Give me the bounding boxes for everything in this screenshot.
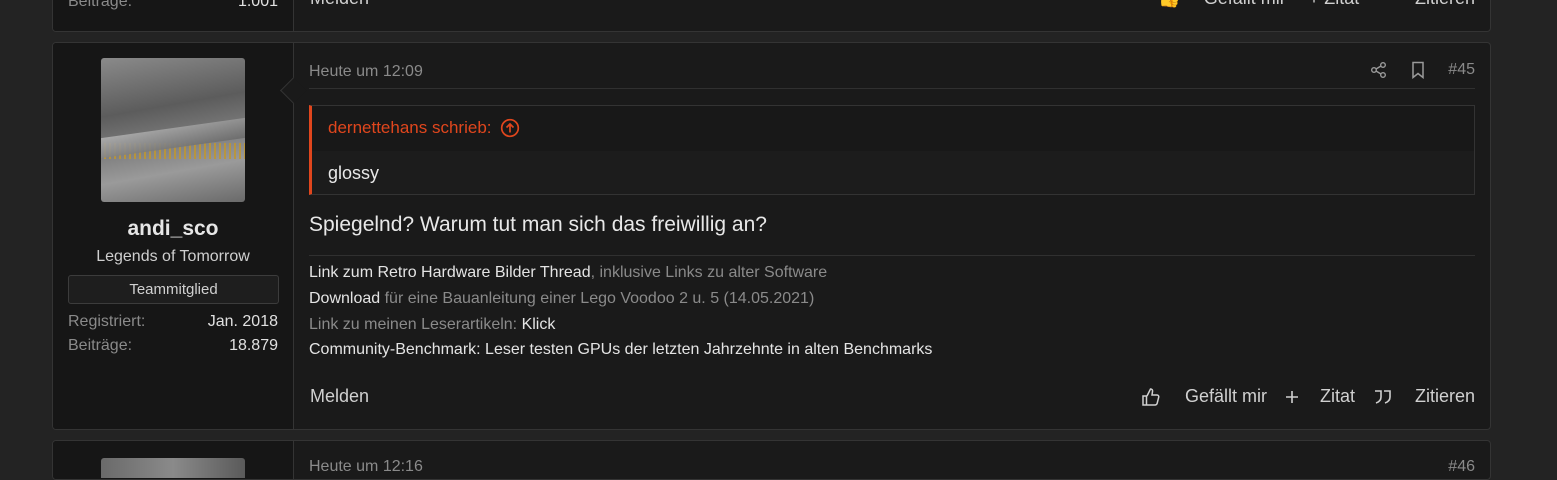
quote-icon <box>1374 389 1391 404</box>
user-stat-posts: Beiträge: 18.879 <box>68 337 278 354</box>
plus-quote-button[interactable]: + Zitat <box>1309 0 1360 8</box>
signature-link[interactable]: Community-Benchmark: Leser testen GPUs d… <box>309 341 932 358</box>
user-title: Legends of Tomorrow <box>96 248 250 265</box>
user-badge: Teammitglied <box>68 275 279 304</box>
signature-link[interactable]: Download <box>309 290 380 307</box>
avatar[interactable] <box>101 458 245 478</box>
post-tools: #45 <box>1370 61 1475 79</box>
like-button[interactable]: Gefällt mir <box>1141 386 1267 407</box>
signature-line: Link zu meinen Leserartikeln: Klick <box>309 316 556 333</box>
signature-line: Link zum Retro Hardware Bilder Thread, i… <box>309 264 828 281</box>
next-post: Heute um 12:16 #46 <box>52 440 1491 480</box>
avatar[interactable] <box>101 58 245 202</box>
post-message: Spiegelnd? Warum tut man sich das freiwi… <box>309 213 767 236</box>
plus-quote-button[interactable]: Zitat <box>1285 386 1355 407</box>
report-link[interactable]: Melden <box>310 0 369 9</box>
post-date[interactable]: Heute um 12:16 <box>309 458 423 476</box>
post-date[interactable]: Heute um 12:09 <box>309 63 423 81</box>
previous-post: Beiträge: 1.001 Melden 👍 Gefällt mir + Z… <box>52 0 1491 32</box>
like-button[interactable]: 👍 Gefällt mir <box>1158 0 1285 8</box>
quote-text: glossy <box>328 163 380 183</box>
quote-block: dernettehans schrieb: glossy <box>309 105 1475 195</box>
post-content: Heute um 12:16 #46 <box>294 441 1490 479</box>
signature-line: Download für eine Bauanleitung einer Leg… <box>309 290 815 307</box>
user-info-panel <box>53 441 294 479</box>
user-stat-posts: Beiträge: 1.001 <box>68 0 278 10</box>
post-number[interactable]: #46 <box>1448 458 1475 476</box>
user-info-panel: Beiträge: 1.001 <box>53 0 294 31</box>
quote-button[interactable]: ❞ Zitieren <box>1382 0 1475 8</box>
post-content: Heute um 12:09 #45 dernettehans schrieb:… <box>294 43 1490 429</box>
signature-link[interactable]: Klick <box>522 316 556 333</box>
quote-button[interactable]: Zitieren <box>1373 386 1475 407</box>
signature-line: Community-Benchmark: Leser testen GPUs d… <box>309 341 932 359</box>
divider <box>309 88 1475 89</box>
post-content: Melden 👍 Gefällt mir + Zitat ❞ Zitieren <box>294 0 1490 31</box>
report-link[interactable]: Melden <box>310 386 369 407</box>
username[interactable]: andi_sco <box>53 217 293 241</box>
post-actions: Gefällt mir Zitat Zitieren <box>1123 386 1475 407</box>
plus-icon <box>1285 390 1298 403</box>
share-icon[interactable] <box>1370 61 1388 79</box>
signature-link[interactable]: Link zum Retro Hardware Bilder Thread <box>309 264 591 281</box>
arrow-up-circle-icon[interactable] <box>500 118 520 138</box>
thumbs-up-icon <box>1142 387 1160 406</box>
quote-author[interactable]: dernettehans schrieb: <box>328 118 520 138</box>
user-info-panel: andi_sco Legends of Tomorrow Teammitglie… <box>53 43 294 429</box>
divider <box>309 255 1475 256</box>
bookmark-icon[interactable] <box>1410 61 1426 79</box>
post-actions: 👍 Gefällt mir + Zitat ❞ Zitieren <box>1140 0 1475 9</box>
quote-body: glossy <box>312 151 1474 194</box>
user-stat-registered: Registriert: Jan. 2018 <box>68 313 278 330</box>
forum-post: andi_sco Legends of Tomorrow Teammitglie… <box>52 42 1491 430</box>
post-number[interactable]: #45 <box>1448 61 1475 79</box>
